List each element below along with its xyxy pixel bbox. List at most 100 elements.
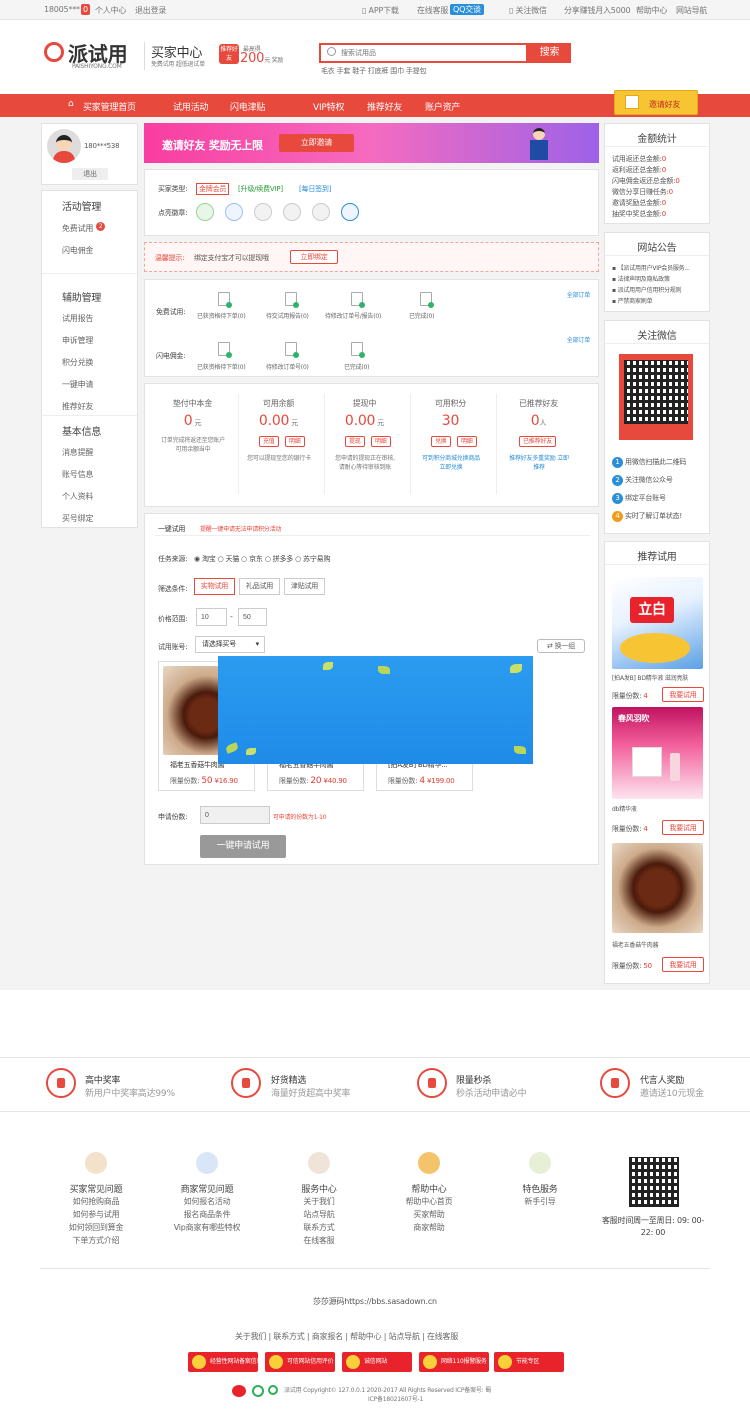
points-detail-button[interactable]: 明细: [457, 436, 477, 447]
recommend-product-image[interactable]: 春风羽吹: [612, 707, 703, 799]
invite-tag[interactable]: 推荐好友: [219, 44, 239, 64]
trust-badge[interactable]: 网络110报警服务: [419, 1352, 489, 1372]
apply-count-input[interactable]: [200, 806, 270, 824]
trust-badge[interactable]: 诚信网站: [342, 1352, 412, 1372]
icp-number[interactable]: ICP备18021607号-1: [368, 1394, 423, 1403]
price-max-input[interactable]: [238, 608, 267, 626]
notice-item[interactable]: ▪ 严禁商家刷单: [612, 296, 653, 305]
source-radio-suning[interactable]: ○ 苏宁易购: [295, 555, 330, 563]
nav-item-flash[interactable]: 闪电津贴: [230, 100, 265, 113]
try-it-button[interactable]: 我要试用: [662, 957, 704, 972]
invite-now-button[interactable]: 立即邀请: [279, 134, 354, 152]
footer-bottom-link[interactable]: 商家报名: [312, 1332, 343, 1341]
username-link[interactable]: 18005***: [44, 5, 80, 14]
logout-link[interactable]: 退出登录: [135, 5, 166, 16]
menu-item-one-click[interactable]: 一键申请: [62, 379, 93, 390]
menu-item-profile[interactable]: 个人资料: [62, 491, 93, 502]
withdraw-detail-button[interactable]: 明细: [371, 436, 391, 447]
notice-item[interactable]: ▪ 派试用用户信用积分规则: [612, 285, 682, 294]
menu-item-bind-account[interactable]: 买号绑定: [62, 513, 93, 524]
footer-link[interactable]: 新手引导: [500, 1196, 580, 1207]
free-order-status[interactable]: 待交试用报告(0): [266, 311, 309, 320]
menu-item-refer[interactable]: 推荐好友: [62, 401, 93, 412]
weibo-icon[interactable]: [232, 1385, 246, 1397]
footer-link[interactable]: 如何领回到算金: [56, 1222, 136, 1233]
try-it-button[interactable]: 我要试用: [662, 687, 704, 702]
message-count-badge[interactable]: 0: [81, 4, 90, 15]
footer-bottom-link[interactable]: 关于我们: [235, 1332, 266, 1341]
footer-link[interactable]: 联系方式: [279, 1222, 359, 1233]
logout-button[interactable]: 退出: [72, 168, 108, 180]
footer-link[interactable]: 报名商品条件: [163, 1209, 251, 1220]
referred-friends-button[interactable]: 已推荐好友: [519, 436, 557, 447]
recharge-button[interactable]: 充值: [259, 436, 279, 447]
hot-keywords[interactable]: 毛衣 手套 鞋子 打底裤 围巾 手提包: [321, 66, 427, 76]
daily-signin-link[interactable]: [每日签到]: [299, 184, 331, 194]
site-nav-link[interactable]: 网站导航: [676, 5, 707, 16]
try-it-button[interactable]: 我要试用: [662, 820, 704, 835]
flash-order-status[interactable]: 已完成(0): [344, 362, 370, 371]
recommend-product-name[interactable]: 福老五香菇牛肉酱: [612, 940, 659, 949]
popup-overlay[interactable]: [218, 656, 533, 764]
taobao-badge-icon[interactable]: [254, 203, 272, 221]
menu-item-messages[interactable]: 消息提醒: [62, 447, 93, 458]
withdraw-button[interactable]: 提现: [345, 436, 365, 447]
footer-bottom-link[interactable]: 站点导航: [389, 1332, 420, 1341]
notice-item[interactable]: ▪ 法律声明及隐私政策: [612, 274, 670, 283]
menu-item-flash-commission[interactable]: 闪电佣金: [62, 245, 93, 256]
footer-link[interactable]: 下单方式介绍: [56, 1235, 136, 1246]
search-input[interactable]: [341, 47, 521, 59]
footer-bottom-link[interactable]: 联系方式: [273, 1332, 304, 1341]
free-order-status[interactable]: 已获资格待下单(0): [197, 311, 246, 320]
upgrade-vip-link[interactable]: [升级/续费VIP]: [238, 184, 283, 194]
nav-item-assets[interactable]: 账户资产: [425, 100, 460, 113]
avatar[interactable]: [47, 129, 81, 163]
all-orders-link[interactable]: 全部订单: [567, 335, 590, 344]
product-name[interactable]: 福老五香菇牛肉酱: [170, 760, 225, 770]
footer-link[interactable]: 站点导航: [279, 1209, 359, 1220]
footer-link[interactable]: 关于我们: [279, 1196, 359, 1207]
footer-link[interactable]: 买家帮助: [389, 1209, 469, 1220]
trust-badge[interactable]: 经营性网站备案信息: [188, 1352, 262, 1372]
recommend-product-image[interactable]: [612, 843, 703, 933]
qq-chat-button[interactable]: QQ交谈: [450, 4, 484, 15]
free-order-status[interactable]: 待修改订单号/报告(0): [325, 311, 381, 320]
nav-item-invite[interactable]: 推荐好友: [367, 100, 402, 113]
footer-link[interactable]: 在线客服: [279, 1235, 359, 1246]
invite-friend-button[interactable]: 邀请好友: [614, 90, 698, 115]
menu-item-free-trial[interactable]: 免费试用: [62, 223, 93, 234]
footer-bottom-link[interactable]: 在线客服: [427, 1332, 458, 1341]
exchange-button[interactable]: 兑换: [431, 436, 451, 447]
filter-gift[interactable]: 礼品试用: [239, 578, 280, 595]
sign-badge-icon[interactable]: [312, 203, 330, 221]
wechat-moments-icon[interactable]: [268, 1385, 278, 1395]
nav-item-home[interactable]: 买家管理首页: [83, 100, 136, 113]
nav-item-vip[interactable]: VIP特权: [313, 100, 344, 113]
filter-subsidy[interactable]: 津贴试用: [284, 578, 325, 595]
phone-badge-icon[interactable]: [225, 203, 243, 221]
search-button[interactable]: 搜索: [528, 43, 571, 63]
account-select[interactable]: 请选择买号 ▾: [195, 636, 265, 653]
invite-banner[interactable]: 邀请好友 奖励无上限 立即邀请: [144, 123, 599, 163]
menu-item-report[interactable]: 试用报告: [62, 313, 93, 324]
footer-link[interactable]: 如何抢购商品: [56, 1196, 136, 1207]
email-badge-icon[interactable]: [196, 203, 214, 221]
recommend-product-name[interactable]: [拍A发B] BD精华液 滋润亮肤: [612, 673, 688, 682]
price-min-input[interactable]: [196, 608, 227, 626]
source-radio-pdd[interactable]: ○ 拼多多: [265, 555, 294, 563]
flash-order-status[interactable]: 待修改订单号(0): [266, 362, 309, 371]
menu-item-account[interactable]: 账号信息: [62, 469, 93, 480]
footer-link[interactable]: 如何报名活动: [163, 1196, 251, 1207]
footer-link[interactable]: 帮助中心首页: [389, 1196, 469, 1207]
footer-link[interactable]: 商家帮助: [389, 1222, 469, 1233]
one-click-apply-button[interactable]: 一键申请试用: [200, 835, 286, 858]
card-badge-icon[interactable]: [283, 203, 301, 221]
stat-desc[interactable]: 可到积分商城兑换商品 立即兑换: [419, 454, 483, 472]
nav-item-trials[interactable]: 试用活动: [173, 100, 208, 113]
online-service-link[interactable]: 在线客服: [417, 5, 448, 16]
source-radio-jd[interactable]: ○ 京东: [241, 555, 263, 563]
source-radio-tmall[interactable]: ○ 天猫: [218, 555, 240, 563]
footer-link[interactable]: 如何参与试用: [56, 1209, 136, 1220]
personal-center-link[interactable]: 个人中心: [95, 5, 126, 16]
wechat-icon[interactable]: [252, 1385, 264, 1397]
